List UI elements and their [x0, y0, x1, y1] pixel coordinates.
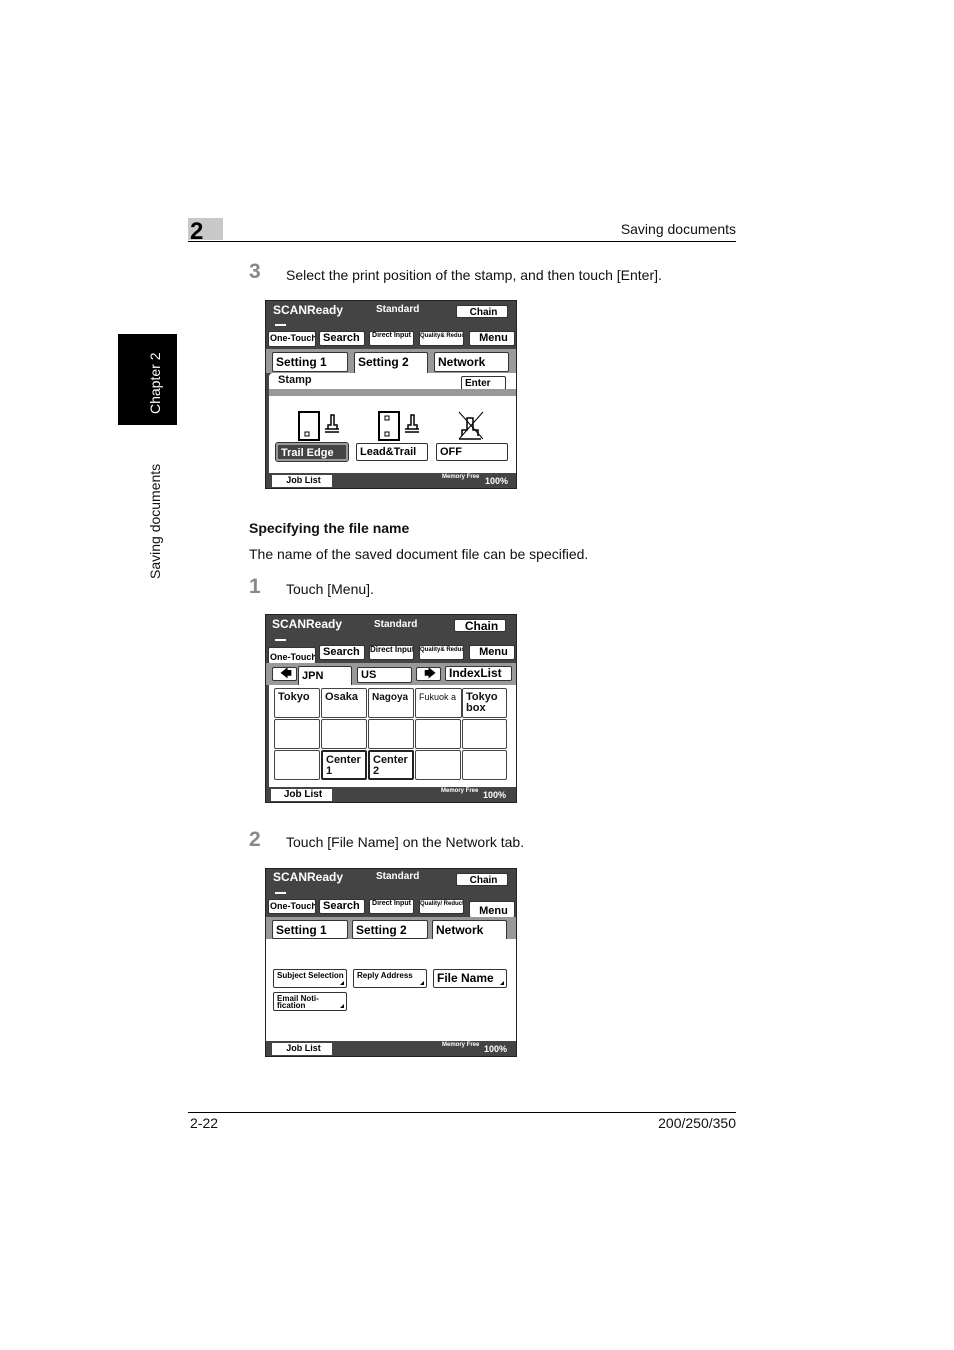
tab-quality-reduction[interactable]: Quality/ Reduction	[419, 899, 464, 914]
step-text: Select the print position of the stamp, …	[286, 267, 662, 283]
file-name-button[interactable]: File Name	[433, 969, 507, 988]
tab-menu[interactable]: Menu	[469, 331, 515, 346]
step-number: 3	[249, 260, 261, 283]
lead-trail-icon	[378, 411, 419, 441]
subject-selection-button[interactable]: Subject Selection	[273, 969, 347, 988]
tab-one-touch[interactable]: One-Touch	[268, 899, 316, 914]
step-number: 2	[249, 828, 261, 851]
step-text: Touch [File Name] on the Network tab.	[286, 834, 525, 850]
memory-value: 100%	[483, 790, 507, 800]
trail-edge-icon	[298, 411, 339, 441]
prev-arrow-button[interactable]: 🡄	[272, 667, 297, 681]
destination-cell[interactable]	[462, 750, 507, 780]
section-heading: Specifying the file name	[249, 520, 410, 536]
tab-direct-input[interactable]: Direct Input	[369, 645, 414, 660]
destination-cell[interactable]	[321, 719, 367, 749]
stamp-off-icon	[458, 411, 484, 440]
tab-search[interactable]: Search	[319, 331, 365, 346]
tab-setting-1[interactable]: Setting 1	[272, 920, 348, 939]
destination-cell[interactable]	[368, 719, 414, 749]
job-list-button[interactable]: Job List	[272, 1043, 332, 1055]
tab-network[interactable]: Network	[434, 352, 509, 372]
destination-cell[interactable]: Center 1	[321, 750, 367, 780]
screen-stamp: SCANReady Standard Chain One-Touch Searc…	[265, 300, 517, 489]
tab-one-touch[interactable]: One-Touch	[268, 331, 316, 347]
model-numbers: 200/250/350	[658, 1115, 736, 1131]
section-intro: The name of the saved document file can …	[249, 546, 589, 562]
index-list-button[interactable]: IndexList	[445, 666, 512, 681]
tab-search[interactable]: Search	[319, 899, 365, 914]
next-arrow-button[interactable]: 🡆	[416, 667, 441, 681]
chain-button[interactable]: Chain	[456, 305, 508, 318]
destination-cell[interactable]: Center 2	[368, 750, 414, 780]
step-text: Touch [Menu].	[286, 581, 374, 597]
tab-menu[interactable]: Menu	[469, 645, 515, 660]
destination-cell[interactable]: Tokyo	[274, 688, 320, 718]
destination-cell[interactable]	[462, 719, 507, 749]
screen-one-touch: SCANReady Standard Chain One-Touch Searc…	[265, 614, 517, 803]
page-number: 2-22	[190, 1115, 219, 1131]
tab-setting-2[interactable]: Setting 2	[354, 352, 428, 374]
tab-direct-input[interactable]: Direct Input	[369, 899, 414, 914]
tab-setting-1[interactable]: Setting 1	[272, 352, 348, 372]
off-button[interactable]: OFF	[436, 443, 508, 461]
section-side-label: Saving documents	[147, 463, 163, 579]
stamp-position-icons	[298, 411, 484, 441]
panel-title: Stamp	[278, 374, 312, 386]
destination-cell[interactable]	[415, 719, 461, 749]
destination-cell[interactable]	[415, 750, 461, 780]
chain-button[interactable]: Chain	[456, 873, 508, 886]
index-tab-jpn[interactable]: JPN	[298, 666, 352, 687]
destination-cell[interactable]	[274, 719, 320, 749]
tab-one-touch[interactable]: One-Touch	[268, 647, 316, 664]
running-title: Saving documents	[620, 221, 736, 237]
footer-rule	[188, 1112, 736, 1113]
memory-value: 100%	[484, 1044, 508, 1054]
tab-direct-input[interactable]: Direct Input	[369, 331, 414, 346]
tab-menu[interactable]: Menu	[469, 901, 515, 918]
destination-cell[interactable]: Osaka	[321, 688, 367, 718]
job-list-button[interactable]: Job List	[271, 789, 332, 801]
tab-search[interactable]: Search	[319, 645, 365, 660]
reply-address-button[interactable]: Reply Address	[353, 969, 427, 988]
screen-network: SCANReady Standard Chain One-Touch Searc…	[265, 868, 517, 1057]
destination-cell[interactable]: Fukuok a	[415, 688, 462, 718]
index-tab-us[interactable]: US	[357, 667, 412, 683]
email-notification-button[interactable]: Email Noti- fication	[273, 992, 347, 1011]
memory-value: 100%	[485, 476, 509, 486]
chain-button[interactable]: Chain	[454, 619, 506, 632]
trail-edge-button[interactable]: Trail Edge	[275, 442, 349, 462]
chapter-tab: Chapter 2	[118, 334, 177, 425]
tab-quality-reduction[interactable]: Quality& Reduction	[419, 645, 464, 660]
enter-button[interactable]: Enter	[461, 376, 506, 390]
tab-quality-reduction[interactable]: Quality& Reduction	[419, 331, 464, 346]
chapter-number-box: 2	[188, 218, 223, 245]
destination-cell[interactable]: Tokyo box	[462, 688, 507, 718]
header-rule	[188, 241, 736, 242]
destination-cell[interactable]	[274, 750, 320, 780]
destination-cell[interactable]: Nagoya	[368, 688, 414, 718]
job-list-button[interactable]: Job List	[272, 475, 332, 487]
tab-setting-2[interactable]: Setting 2	[352, 920, 428, 939]
lead-trail-button[interactable]: Lead&Trail	[356, 443, 428, 461]
step-number: 1	[249, 575, 261, 598]
